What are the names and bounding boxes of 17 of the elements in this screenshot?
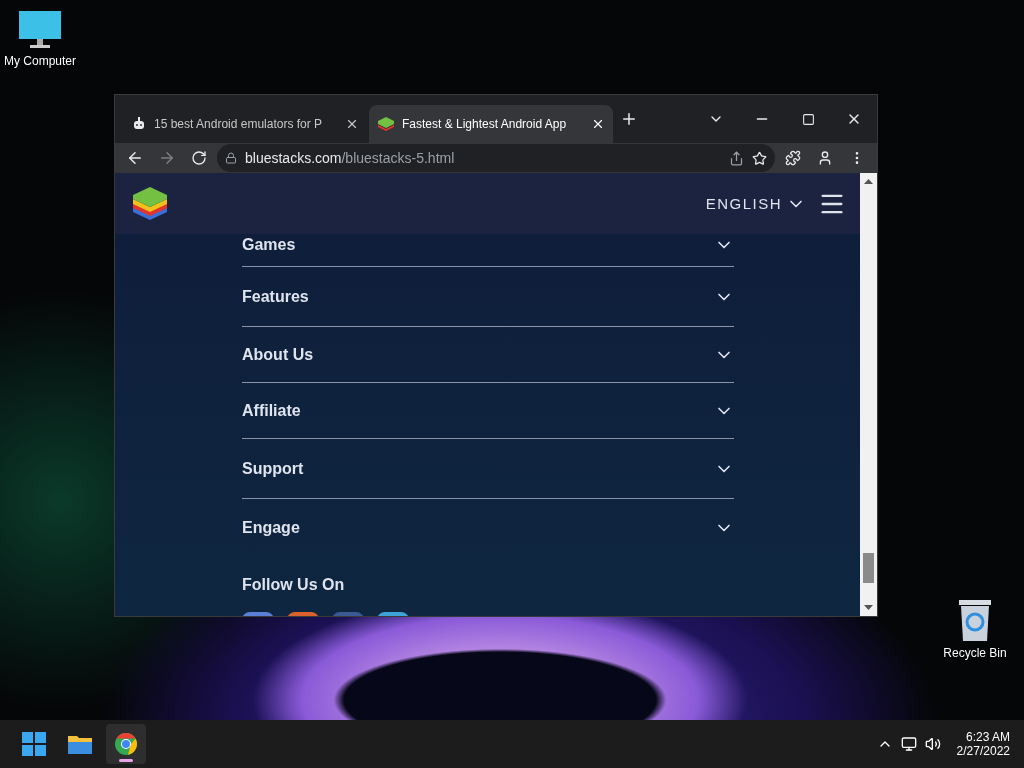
desktop-icon-label[interactable]: My Computer [4,54,76,68]
browser-tab[interactable]: 15 best Android emulators for P [123,105,367,143]
footer-section-title[interactable]: Games [242,235,296,254]
browser-tab[interactable]: Fastest & Lightest Android App [369,105,613,143]
follow-heading: Follow Us On [242,576,346,594]
clock-time[interactable]: 6:23 AM [965,730,1010,744]
clock-date[interactable]: 2/27/2022 [956,744,1010,758]
url-domain: bluestacks.com [245,150,342,166]
address-bar[interactable]: bluestacks.com/bluestacks-5.html [217,144,775,172]
footer-section-title[interactable]: Features [242,287,309,306]
footer-section-title[interactable]: Affiliate [242,401,301,420]
footer-section-title[interactable]: About Us [242,345,314,364]
desktop-icon-label[interactable]: Recycle Bin [943,646,1007,660]
footer-section-title[interactable]: Engage [242,518,300,537]
language-selector[interactable]: ENGLISH [705,195,782,212]
footer-section-title[interactable]: Support [242,459,304,478]
url-path: /bluestacks-5.html [341,150,456,166]
